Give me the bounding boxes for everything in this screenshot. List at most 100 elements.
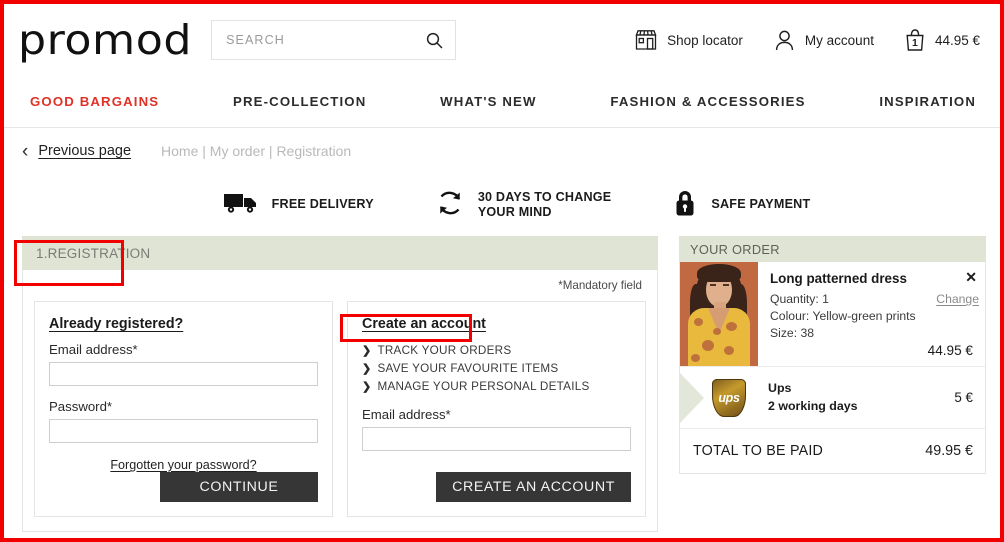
search-input[interactable] — [224, 32, 427, 48]
cart-total: 44.95 € — [934, 32, 980, 48]
registration-cards: Already registered? Email address* Passw… — [34, 301, 646, 517]
nav-item-pre-collection[interactable]: PRE-COLLECTION — [233, 94, 366, 109]
list-item: ❯ TRACK YOUR ORDERS — [362, 342, 631, 360]
change-item-link[interactable]: Change — [936, 292, 979, 306]
thumb-flower — [724, 346, 734, 355]
ups-logo-icon: ups — [712, 378, 746, 417]
benefit-label: SAVE YOUR FAVOURITE ITEMS — [377, 361, 559, 375]
main-navigation: GOOD BARGAINS PRE-COLLECTION WHAT'S NEW … — [4, 76, 1000, 128]
chevron-right-icon: ❯ — [362, 345, 372, 357]
thumb-fringe — [697, 264, 741, 282]
order-summary-band: YOUR ORDER — [679, 236, 986, 262]
login-email-input[interactable] — [49, 362, 318, 386]
registration-column: 1.REGISTRATION *Mandatory field Already … — [22, 236, 658, 532]
login-button-row: CONTINUE — [49, 472, 318, 502]
order-item-size: Size: 38 — [770, 325, 815, 340]
create-account-card: Create an account ❯ TRACK YOUR ORDERS ❯ … — [347, 301, 646, 517]
login-card-title[interactable]: Already registered? — [49, 316, 183, 332]
order-item-title: Long patterned dress — [770, 271, 907, 286]
benefit-label: TRACK YOUR ORDERS — [377, 344, 512, 357]
service-free-delivery-label: FREE DELIVERY — [271, 197, 374, 212]
thumb-flower — [691, 354, 700, 362]
thumb-eye-right — [723, 284, 729, 286]
delivery-truck-icon — [223, 191, 260, 220]
close-icon[interactable]: ✕ — [965, 270, 977, 284]
nav-item-inspiration[interactable]: INSPIRATION — [879, 94, 976, 109]
refresh-arrows-icon — [434, 188, 466, 223]
search-box[interactable] — [211, 20, 457, 60]
breadcrumb-trail[interactable]: Home | My order | Registration — [161, 143, 351, 159]
service-free-delivery: FREE DELIVERY — [223, 191, 374, 220]
thumb-flower — [702, 340, 714, 351]
order-summary-panel: ✕ Change Long patterned dress Quantity: … — [679, 262, 986, 474]
shop-locator-label: Shop locator — [667, 32, 743, 48]
service-safe-payment-label: SAFE PAYMENT — [711, 197, 811, 212]
breadcrumb: ‹ Previous page Home | My order | Regist… — [4, 128, 1000, 174]
cart-count: 1 — [912, 36, 918, 49]
forgot-password-link[interactable]: Forgotten your password? — [49, 458, 318, 472]
total-label: TOTAL TO BE PAID — [693, 443, 824, 459]
thumb-flower — [726, 322, 737, 331]
shipping-delay: 2 working days — [768, 398, 858, 413]
total-value: 49.95 € — [925, 443, 973, 459]
login-password-input[interactable] — [49, 419, 318, 443]
service-safe-payment: SAFE PAYMENT — [671, 188, 810, 223]
my-account-label: My account — [804, 32, 874, 48]
benefit-label: MANAGE YOUR PERSONAL DETAILS — [377, 379, 590, 393]
product-thumbnail[interactable] — [680, 262, 758, 366]
padlock-icon — [671, 188, 699, 223]
cart-button[interactable]: 1 44.95 € — [904, 28, 980, 52]
step-band-label: 1.REGISTRATION — [36, 245, 151, 261]
account-benefits-list: ❯ TRACK YOUR ORDERS ❯ SAVE YOUR FAVOURIT… — [362, 342, 631, 395]
create-account-card-title[interactable]: Create an account — [362, 316, 486, 332]
register-email-input[interactable] — [362, 427, 631, 452]
mandatory-field-note: *Mandatory field — [558, 279, 642, 292]
return-line-2: YOUR MIND — [477, 205, 552, 219]
thumb-flower — [713, 328, 721, 335]
thumb-flower — [694, 318, 703, 326]
order-item-colour: Colour: Yellow-green prints — [770, 308, 916, 323]
my-account-button[interactable]: My account — [773, 29, 874, 52]
shopping-bag-icon: 1 — [904, 28, 926, 52]
shipping-carrier: Ups — [768, 381, 792, 396]
search-icon[interactable] — [426, 32, 443, 49]
nav-item-fashion-accessories[interactable]: FASHION & ACCESSORIES — [610, 94, 805, 109]
order-summary-column: YOUR ORDER ✕ Change Long patterned dress… — [679, 236, 986, 474]
order-line-item: ✕ Change Long patterned dress Quantity: … — [680, 262, 985, 367]
nav-item-whats-new[interactable]: WHAT'S NEW — [440, 94, 536, 109]
service-highlights: FREE DELIVERY 30 DAYS TO CHANGE YOUR MIN… — [4, 174, 1000, 236]
promod-logo[interactable]: promod — [18, 19, 192, 61]
shipping-price: 5 € — [954, 390, 973, 405]
thumb-eye-left — [710, 284, 716, 286]
create-an-account-button[interactable]: CREATE AN ACCOUNT — [436, 472, 631, 502]
user-icon — [773, 29, 796, 52]
shop-locator-button[interactable]: Shop locator — [634, 29, 743, 51]
order-item-price: 44.95 € — [927, 343, 973, 358]
site-header: promod SEARCH Shop locator My account 1 … — [4, 4, 1000, 76]
registration-body: *Mandatory field Already registered? Ema… — [22, 270, 658, 532]
register-email-label: Email address* — [362, 407, 451, 423]
screenshot-frame: promod SEARCH Shop locator My account 1 … — [0, 0, 1004, 542]
shipping-arrow-marker — [680, 367, 706, 429]
login-email-label: Email address* — [49, 342, 138, 357]
service-30-days-return-label: 30 DAYS TO CHANGE YOUR MIND — [478, 190, 612, 221]
main-content: 1.REGISTRATION *Mandatory field Already … — [4, 236, 1000, 532]
list-item: ❯ MANAGE YOUR PERSONAL DETAILS — [362, 378, 631, 396]
service-30-days-return: 30 DAYS TO CHANGE YOUR MIND — [434, 188, 612, 223]
register-button-row: CREATE AN ACCOUNT — [362, 472, 631, 502]
shipping-details: Ups 2 working days — [768, 380, 858, 415]
step-band-registration: 1.REGISTRATION — [22, 236, 658, 270]
chevron-right-icon: ❯ — [362, 362, 372, 375]
chevron-right-icon: ❯ — [362, 380, 372, 393]
order-summary-title: YOUR ORDER — [690, 241, 780, 257]
continue-button[interactable]: CONTINUE — [160, 472, 318, 502]
login-password-label: Password* — [49, 399, 113, 414]
shipping-row: ups Ups 2 working days 5 € — [680, 367, 985, 429]
nav-item-good-bargains[interactable]: GOOD BARGAINS — [30, 94, 159, 109]
return-line-1: 30 DAYS TO CHANGE — [477, 189, 612, 204]
chevron-left-icon[interactable]: ‹ — [22, 142, 28, 161]
page-root: promod SEARCH Shop locator My account 1 … — [4, 4, 1000, 538]
previous-page-link[interactable]: Previous page — [38, 143, 131, 159]
list-item: ❯ SAVE YOUR FAVOURITE ITEMS — [362, 360, 631, 378]
store-icon — [634, 29, 658, 51]
